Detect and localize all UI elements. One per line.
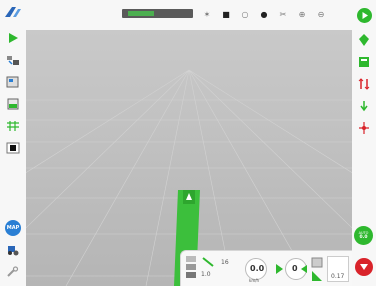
gps-signal-fill bbox=[128, 11, 154, 16]
implement-status-icon bbox=[186, 256, 196, 278]
top-icon-row: ✶ ■ ○ ● ✂ ⊕ ⊖ bbox=[200, 8, 328, 20]
speed-value: 0.0 bbox=[250, 264, 265, 273]
offset-value: 0 bbox=[292, 264, 298, 273]
top-bar: ✶ ■ ○ ● ✂ ⊕ ⊖ bbox=[0, 0, 376, 30]
wrench-button[interactable] bbox=[4, 264, 22, 280]
stop-icon bbox=[360, 264, 368, 270]
rate-value: 1.0 bbox=[201, 271, 211, 278]
play-icon bbox=[362, 12, 368, 19]
status-panel: 16 1.0 0.0 km/h 0 0.17 bbox=[180, 250, 352, 286]
grid-button[interactable] bbox=[4, 118, 22, 134]
area-value: 0.17 bbox=[331, 273, 345, 280]
field-boundary-button[interactable] bbox=[4, 74, 22, 90]
records-icon bbox=[359, 57, 369, 67]
headland-icon[interactable] bbox=[311, 257, 323, 283]
zoom-in-icon[interactable]: ⊕ bbox=[295, 8, 309, 20]
section-control-button[interactable] bbox=[4, 96, 22, 112]
grid-icon bbox=[7, 121, 19, 131]
marker-button[interactable] bbox=[355, 32, 373, 48]
map-layers-button[interactable] bbox=[4, 52, 22, 68]
marker-icon bbox=[359, 34, 369, 46]
right-toolbar: AUTO 0.0 bbox=[352, 30, 376, 286]
camera-icon bbox=[6, 142, 20, 154]
left-toolbar: MAP bbox=[0, 30, 26, 286]
field-grid bbox=[26, 69, 352, 286]
tractor-icon bbox=[8, 246, 19, 256]
auto-engage-button[interactable]: AUTO 0.0 bbox=[354, 226, 373, 245]
offset-left-icon[interactable] bbox=[273, 261, 285, 277]
align-button[interactable] bbox=[355, 98, 373, 114]
align-icon bbox=[360, 101, 368, 112]
records-button[interactable] bbox=[355, 54, 373, 70]
wrench-icon bbox=[7, 266, 19, 277]
zoom-out-icon[interactable]: ⊖ bbox=[314, 8, 328, 20]
speed-unit: km/h bbox=[249, 278, 260, 283]
tractor-button[interactable] bbox=[4, 242, 22, 258]
map-button-label: MAP bbox=[5, 220, 21, 236]
settings-icon[interactable]: ✶ bbox=[200, 8, 214, 20]
auto-engage-value: 0.0 bbox=[359, 235, 368, 240]
steering-button[interactable] bbox=[355, 120, 373, 136]
steering-icon bbox=[359, 122, 369, 134]
swath-count: 16 bbox=[221, 259, 229, 266]
swath-button[interactable] bbox=[355, 76, 373, 92]
guidance-icon bbox=[9, 33, 18, 43]
stop-button[interactable] bbox=[355, 258, 373, 276]
play-button[interactable] bbox=[357, 8, 372, 23]
map-layers-icon bbox=[7, 56, 19, 65]
scissors-icon[interactable]: ✂ bbox=[276, 8, 290, 20]
section-control-icon bbox=[7, 98, 19, 110]
app-window: ✶ ■ ○ ● ✂ ⊕ ⊖ MAP AUTO 0.0 16 1.0 0.0 km… bbox=[0, 0, 376, 286]
app-logo-icon[interactable] bbox=[4, 5, 22, 19]
compass-icon[interactable]: ○ bbox=[238, 8, 252, 20]
field-boundary-icon bbox=[6, 76, 19, 88]
offset-right-icon[interactable] bbox=[299, 263, 309, 275]
map-button[interactable]: MAP bbox=[4, 220, 22, 236]
camera-button[interactable] bbox=[4, 140, 22, 156]
field-view[interactable] bbox=[26, 30, 352, 286]
guidance-line-icon bbox=[202, 257, 214, 267]
target-icon[interactable]: ● bbox=[257, 8, 271, 20]
gps-signal-bar bbox=[122, 9, 193, 18]
sat-icon[interactable]: ■ bbox=[219, 8, 233, 20]
guidance-button[interactable] bbox=[4, 30, 22, 46]
swath-icon bbox=[358, 78, 370, 90]
